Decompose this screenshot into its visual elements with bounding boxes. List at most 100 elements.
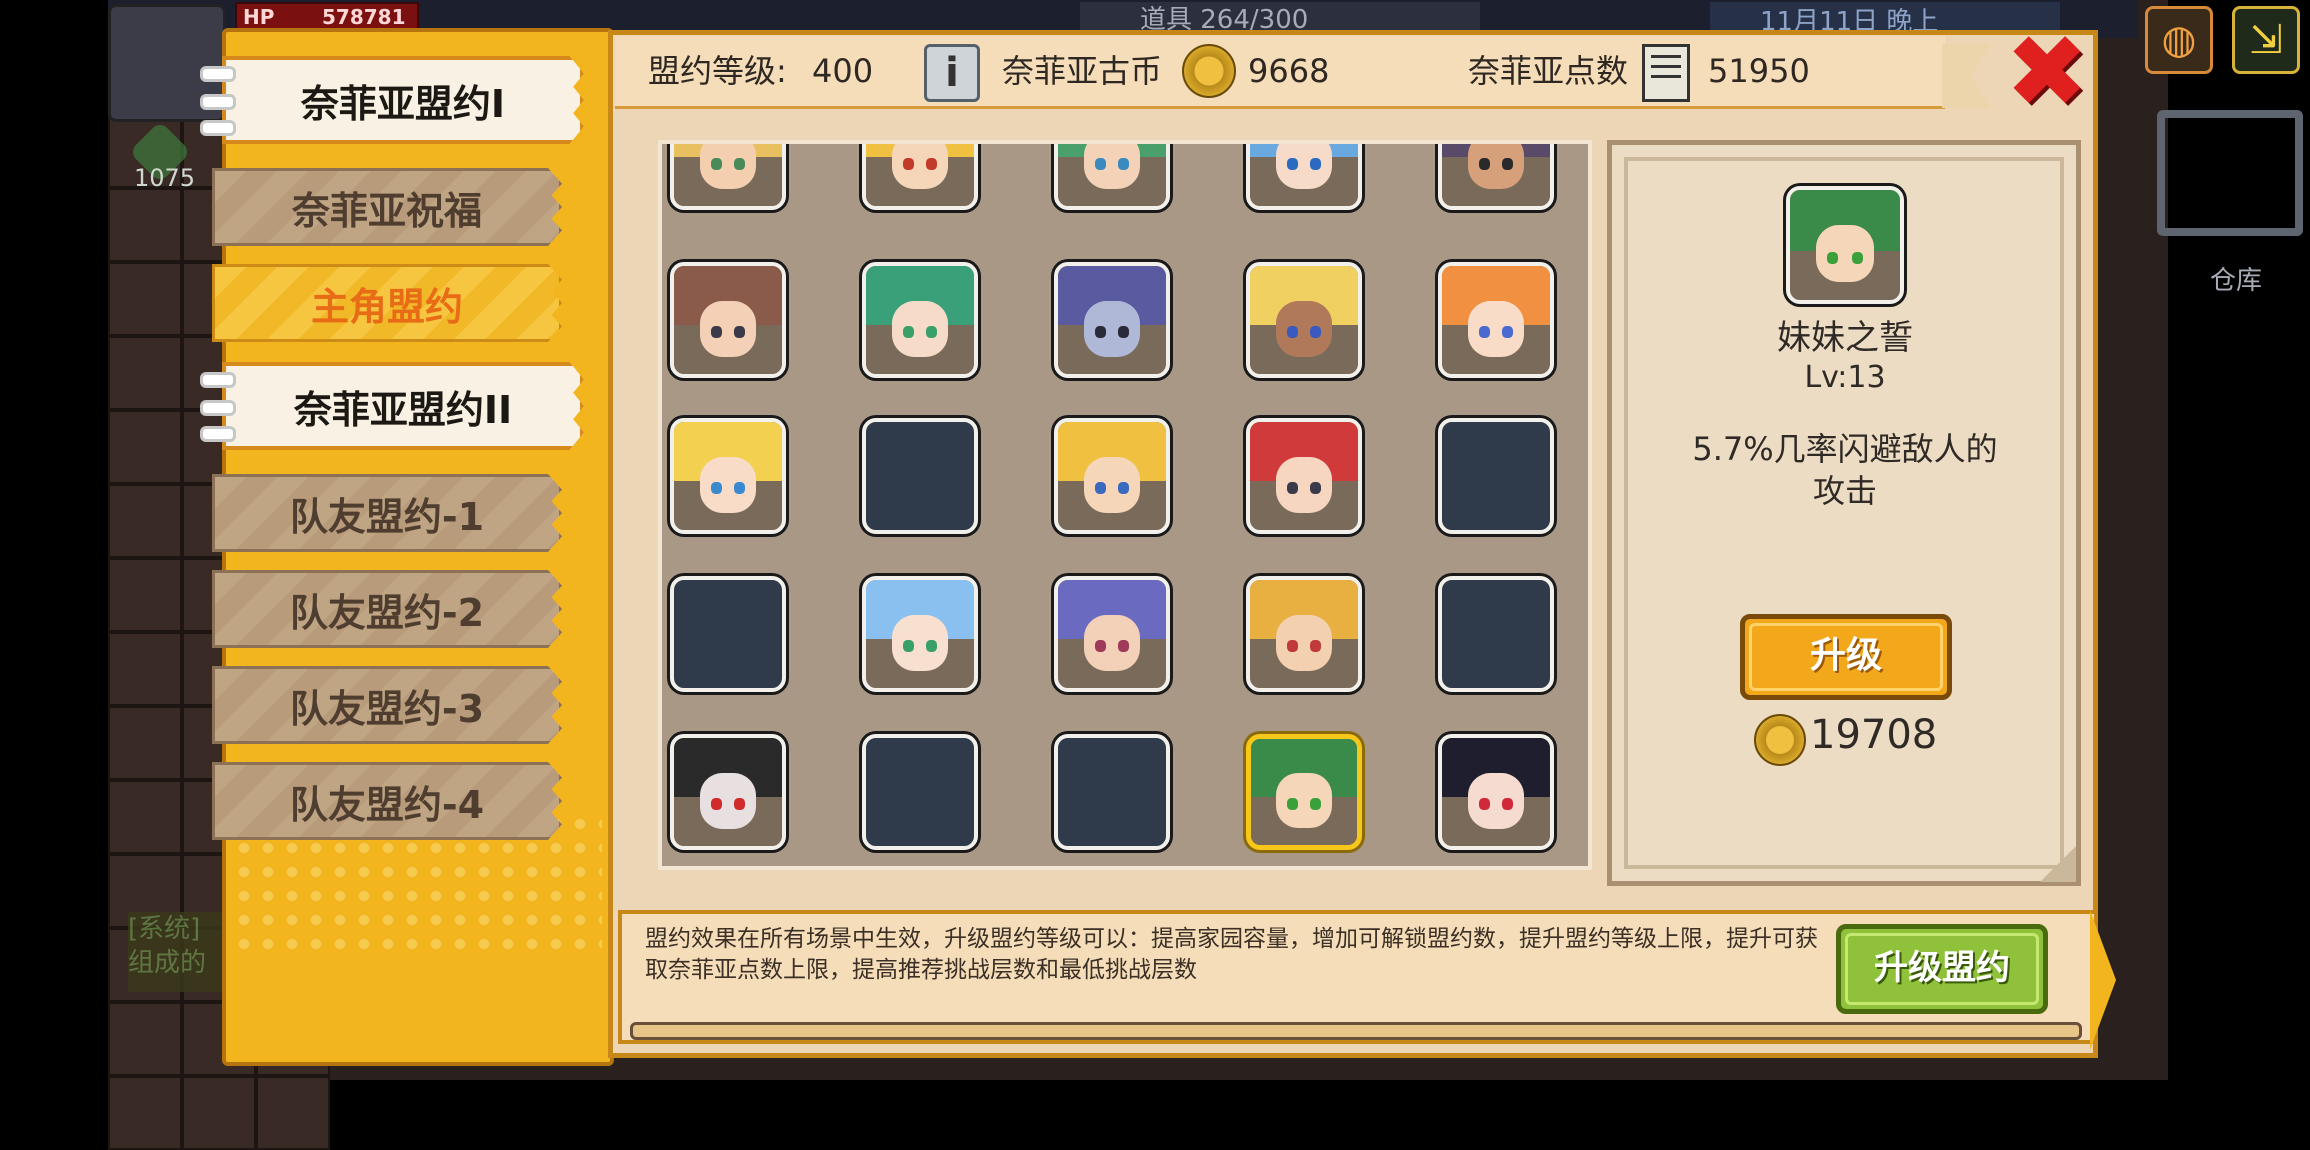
pact-effect: 5.7%几率闪避敌人的 攻击: [1692, 430, 1998, 510]
portrait-eye: [1094, 326, 1106, 339]
pact-slot[interactable]: [862, 576, 978, 692]
tab-naphia-pact-1[interactable]: 奈菲亚盟约I: [222, 56, 584, 144]
pact-slot[interactable]: [670, 144, 786, 210]
floor-tile: [182, 1076, 256, 1150]
portrait-eye: [926, 158, 938, 171]
pact-slot-selected[interactable]: [1246, 734, 1362, 850]
pact-slot[interactable]: [1246, 576, 1362, 692]
pact-slot-empty[interactable]: [862, 418, 978, 534]
portrait-eye: [1502, 798, 1514, 811]
portrait-eye: [710, 798, 722, 811]
portrait-face: [1275, 300, 1333, 357]
portrait-eye: [710, 326, 722, 339]
exit-icon[interactable]: ⇲: [2232, 6, 2300, 74]
tab-label: 奈菲亚祝福: [291, 188, 482, 233]
portrait-face: [1275, 456, 1333, 513]
floor-tile: [108, 632, 182, 706]
pact-slot-empty[interactable]: [862, 734, 978, 850]
pact-slot[interactable]: [1438, 734, 1554, 850]
portrait-face: [699, 456, 757, 513]
tab-protagonist-pact[interactable]: 主角盟约: [212, 264, 562, 342]
pact-slot[interactable]: [670, 262, 786, 378]
tab-teammate-pact-4[interactable]: 队友盟约-4: [212, 762, 562, 840]
portrait-face: [699, 772, 757, 829]
tab-naphia-pact-2[interactable]: 奈菲亚盟约II: [222, 362, 584, 450]
floor-tile: [108, 558, 182, 632]
portrait-eye: [1094, 158, 1106, 171]
portrait-eye: [734, 326, 746, 339]
globe-icon[interactable]: ◍: [2145, 6, 2213, 74]
portrait-face: [699, 144, 757, 189]
portrait-eye: [1502, 158, 1514, 171]
pact-slot[interactable]: [670, 734, 786, 850]
gem-count: 1075: [134, 164, 196, 192]
tab-label: 主角盟约: [310, 284, 463, 329]
portrait-face: [1467, 772, 1525, 829]
pact-slot[interactable]: [1054, 144, 1170, 210]
tab-ring: [200, 94, 236, 110]
tab-label: 队友盟约-1: [289, 494, 485, 539]
portrait-eye: [710, 158, 722, 171]
portrait-eye: [1310, 798, 1321, 811]
pact-slot[interactable]: [1246, 418, 1362, 534]
tab-label: 队友盟约-3: [289, 686, 485, 731]
upgrade-pact-label: 升级盟约: [1874, 948, 2010, 988]
portrait-eye: [902, 326, 914, 339]
pact-slot-empty[interactable]: [670, 576, 786, 692]
pact-slot[interactable]: [1054, 576, 1170, 692]
portrait-eye: [734, 158, 746, 171]
info-icon[interactable]: i: [924, 44, 980, 102]
pact-level-label: 盟约等级:: [648, 52, 787, 90]
portrait-eye: [1310, 158, 1322, 171]
naphia-points-label: 奈菲亚点数: [1468, 52, 1629, 90]
portrait-eye: [902, 158, 914, 171]
pact-slot[interactable]: [1438, 262, 1554, 378]
close-icon[interactable]: ✖: [2005, 22, 2089, 122]
tab-teammate-pact-3[interactable]: 队友盟约-3: [212, 666, 562, 744]
pact-slot[interactable]: [1054, 418, 1170, 534]
tab-ring: [200, 372, 236, 388]
warehouse-button[interactable]: 仓库: [2152, 100, 2303, 296]
portrait-eye: [1851, 251, 1863, 264]
pact-slot[interactable]: [862, 144, 978, 210]
portrait-face: [891, 300, 949, 357]
portrait-eye: [1287, 798, 1298, 811]
pact-slot-empty[interactable]: [1438, 576, 1554, 692]
portrait-eye: [1118, 640, 1130, 653]
coin-icon: [1754, 714, 1806, 766]
portrait-eye: [902, 640, 914, 653]
portrait-eye: [1286, 640, 1298, 653]
portrait-eye: [734, 482, 746, 495]
portrait-eye: [1478, 798, 1490, 811]
ancient-coin-label: 奈菲亚古币: [1002, 52, 1163, 90]
tab-teammate-pact-2[interactable]: 队友盟约-2: [212, 570, 562, 648]
pact-slot[interactable]: [1246, 144, 1362, 210]
pact-slot[interactable]: [670, 418, 786, 534]
pact-slot[interactable]: [862, 262, 978, 378]
portrait-eye: [1827, 251, 1839, 264]
pact-slot[interactable]: [1246, 262, 1362, 378]
portrait-eye: [1478, 158, 1490, 171]
coin-icon: [1182, 44, 1236, 98]
floor-tile: [108, 706, 182, 780]
portrait-eye: [1310, 640, 1322, 653]
pact-slot[interactable]: [1438, 144, 1554, 210]
tab-teammate-pact-1[interactable]: 队友盟约-1: [212, 474, 562, 552]
portrait-face: [1467, 144, 1525, 189]
pact-slot-empty[interactable]: [1438, 418, 1554, 534]
upgrade-pact-button[interactable]: 升级盟约: [1836, 924, 2048, 1014]
points-card-icon: [1642, 44, 1690, 102]
tab-ring: [200, 66, 236, 82]
portrait-face: [1083, 456, 1141, 513]
pact-slot-empty[interactable]: [1054, 734, 1170, 850]
portrait-face: [1816, 225, 1874, 283]
portrait-eye: [1286, 326, 1298, 339]
portrait-face: [1083, 300, 1141, 357]
gem-counter: 1075: [120, 120, 200, 200]
floor-tile: [108, 1076, 182, 1150]
floor-tile: [108, 262, 182, 336]
upgrade-button[interactable]: 升级: [1740, 614, 1952, 700]
tab-naphia-blessing[interactable]: 奈菲亚祝福: [212, 168, 562, 246]
pact-slot[interactable]: [1054, 262, 1170, 378]
portrait-eye: [926, 326, 938, 339]
